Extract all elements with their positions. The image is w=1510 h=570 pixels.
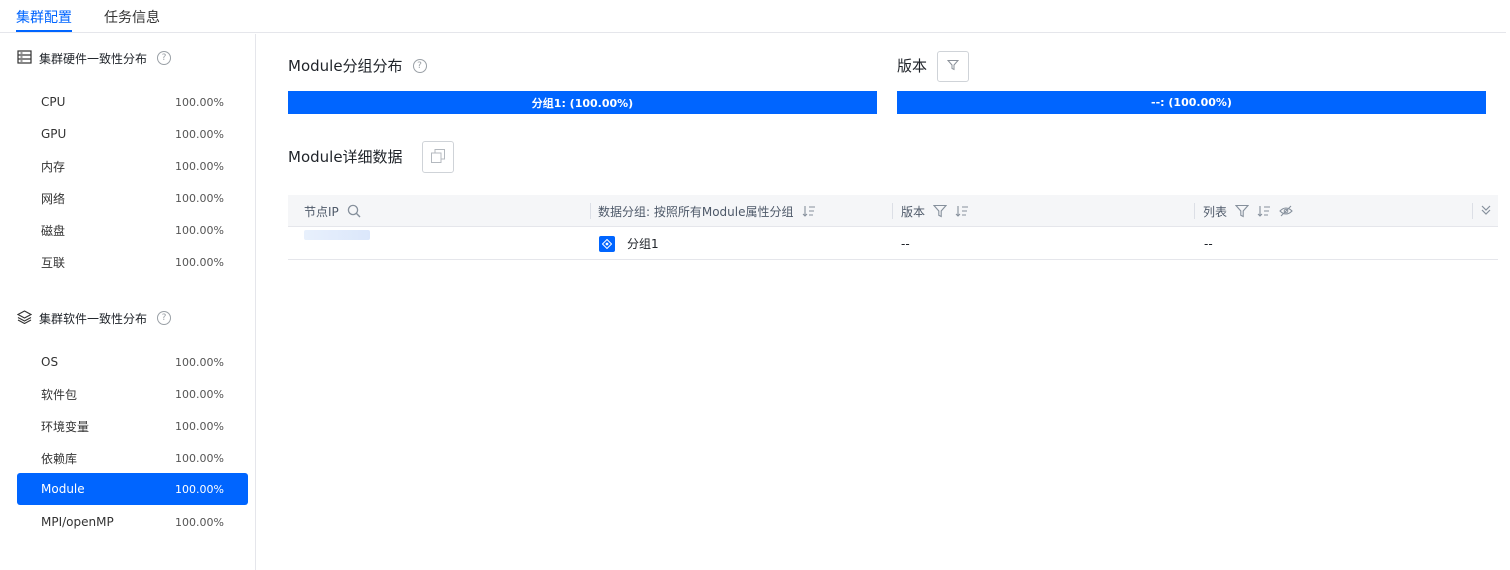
- sidebar-item-value: 100.00%: [175, 515, 224, 529]
- sort-icon[interactable]: [802, 205, 816, 217]
- sidebar-item-value: 100.00%: [175, 482, 224, 496]
- sidebar-item-value: 100.00%: [175, 255, 224, 269]
- column-data-group: 数据分组: 按照所有Module属性分组: [598, 195, 816, 227]
- copy-button[interactable]: [422, 141, 454, 173]
- group-icon: [599, 235, 615, 252]
- column-label: 版本: [901, 204, 926, 219]
- cell-version: --: [901, 236, 910, 251]
- eye-off-icon[interactable]: [1279, 205, 1293, 217]
- cell-data-group: 分组1: [599, 227, 659, 260]
- version-dist-title-wrap: 版本: [897, 55, 927, 76]
- sidebar-item-mpi[interactable]: MPI/openMP 100.00%: [17, 506, 248, 538]
- sidebar-item-disk[interactable]: 磁盘 100.00%: [17, 214, 248, 246]
- sidebar-item-label: 网络: [41, 191, 66, 206]
- column-label: 列表: [1203, 204, 1228, 219]
- column-label: 数据分组: 按照所有Module属性分组: [598, 204, 794, 219]
- group-dist-bar[interactable]: 分组1: (100.00%): [288, 91, 877, 114]
- column-divider: [590, 203, 591, 219]
- sidebar-item-env-vars[interactable]: 环境变量 100.00%: [17, 410, 248, 442]
- help-icon[interactable]: ?: [157, 51, 172, 65]
- table-header: 节点IP 数据分组: 按照所有Module属性分组 版本 列表: [288, 195, 1498, 227]
- sidebar-item-value: 100.00%: [175, 451, 224, 465]
- sidebar-item-label: CPU: [41, 95, 66, 109]
- sidebar-item-value: 100.00%: [175, 355, 224, 369]
- cell-node-ip: [304, 218, 370, 251]
- tab-task-info[interactable]: 任务信息: [104, 7, 160, 27]
- sidebar-item-label: 依赖库: [41, 451, 78, 466]
- filter-icon[interactable]: [933, 204, 948, 218]
- hardware-section-title: 集群硬件一致性分布: [39, 51, 148, 66]
- sort-icon[interactable]: [1257, 205, 1271, 217]
- sidebar-item-interconnect[interactable]: 互联 100.00%: [17, 246, 248, 278]
- table-row[interactable]: 分组1 -- --: [288, 227, 1498, 260]
- version-dist-bar-label: --: (100.00%): [1151, 96, 1232, 109]
- sidebar-item-label: OS: [41, 355, 59, 369]
- software-section-title: 集群软件一致性分布: [39, 311, 148, 326]
- sidebar-item-label: 磁盘: [41, 223, 66, 238]
- cell-group-text: 分组1: [627, 237, 659, 251]
- redacted-ip: [304, 229, 370, 240]
- group-dist-bar-label: 分组1: (100.00%): [531, 96, 634, 110]
- column-divider: [1472, 203, 1473, 219]
- group-dist-title: Module分组分布: [288, 57, 403, 75]
- detail-title: Module详细数据: [288, 148, 403, 166]
- sidebar-item-label: GPU: [41, 127, 67, 141]
- version-filter-button[interactable]: [937, 51, 969, 82]
- sidebar-item-label: 环境变量: [41, 419, 90, 434]
- search-icon[interactable]: [347, 204, 361, 218]
- double-chevron-down-icon[interactable]: [1480, 204, 1492, 219]
- tab-cluster-config[interactable]: 集群配置: [16, 7, 72, 27]
- sort-icon[interactable]: [955, 205, 969, 217]
- sidebar-item-memory[interactable]: 内存 100.00%: [17, 150, 248, 182]
- sidebar: 集群硬件一致性分布 ? CPU 100.00% GPU 100.00% 内存 100.…: [0, 34, 256, 570]
- version-dist-title: 版本: [897, 57, 928, 75]
- column-divider: [1194, 203, 1195, 219]
- version-dist-bar[interactable]: --: (100.00%): [897, 91, 1486, 114]
- server-icon: [17, 49, 32, 67]
- sidebar-item-value: 100.00%: [175, 223, 224, 237]
- hardware-section-header: 集群硬件一致性分布 ?: [17, 48, 172, 68]
- sidebar-item-value: 100.00%: [175, 159, 224, 173]
- sidebar-item-label: 内存: [41, 159, 66, 174]
- sidebar-item-packages[interactable]: 软件包 100.00%: [17, 378, 248, 410]
- column-label: 节点IP: [304, 204, 339, 219]
- layers-icon: [16, 309, 33, 327]
- column-list: 列表: [1203, 195, 1293, 227]
- sidebar-item-value: 100.00%: [175, 127, 224, 141]
- help-icon[interactable]: ?: [412, 58, 427, 73]
- sidebar-item-cpu[interactable]: CPU 100.00%: [17, 86, 248, 118]
- filter-icon: [946, 59, 960, 74]
- filter-icon[interactable]: [1235, 204, 1250, 218]
- sidebar-item-label: 互联: [41, 255, 66, 270]
- sidebar-item-module[interactable]: Module 100.00%: [17, 473, 248, 505]
- detail-title-wrap: Module详细数据: [288, 146, 403, 167]
- sidebar-item-value: 100.00%: [175, 191, 224, 205]
- active-tab-indicator: [16, 30, 72, 32]
- top-tabs: 集群配置 任务信息: [0, 0, 1506, 33]
- sidebar-item-gpu[interactable]: GPU 100.00%: [17, 118, 248, 150]
- help-icon[interactable]: ?: [157, 311, 172, 325]
- sidebar-item-network[interactable]: 网络 100.00%: [17, 182, 248, 214]
- sidebar-item-label: MPI/openMP: [41, 515, 114, 529]
- sidebar-item-value: 100.00%: [175, 419, 224, 433]
- sidebar-item-label: Module: [41, 482, 85, 496]
- sidebar-item-os[interactable]: OS 100.00%: [17, 346, 248, 378]
- column-divider: [892, 203, 893, 219]
- sidebar-item-dependencies[interactable]: 依赖库 100.00%: [17, 442, 248, 474]
- sidebar-item-label: 软件包: [41, 387, 78, 402]
- cell-list: --: [1204, 236, 1213, 251]
- sidebar-item-value: 100.00%: [175, 387, 224, 401]
- copy-icon: [430, 148, 446, 167]
- group-dist-title-wrap: Module分组分布 ?: [288, 55, 427, 76]
- column-version: 版本: [901, 195, 969, 227]
- expand-columns[interactable]: [1480, 195, 1492, 227]
- software-section-header: 集群软件一致性分布 ?: [16, 308, 172, 328]
- sidebar-item-value: 100.00%: [175, 95, 224, 109]
